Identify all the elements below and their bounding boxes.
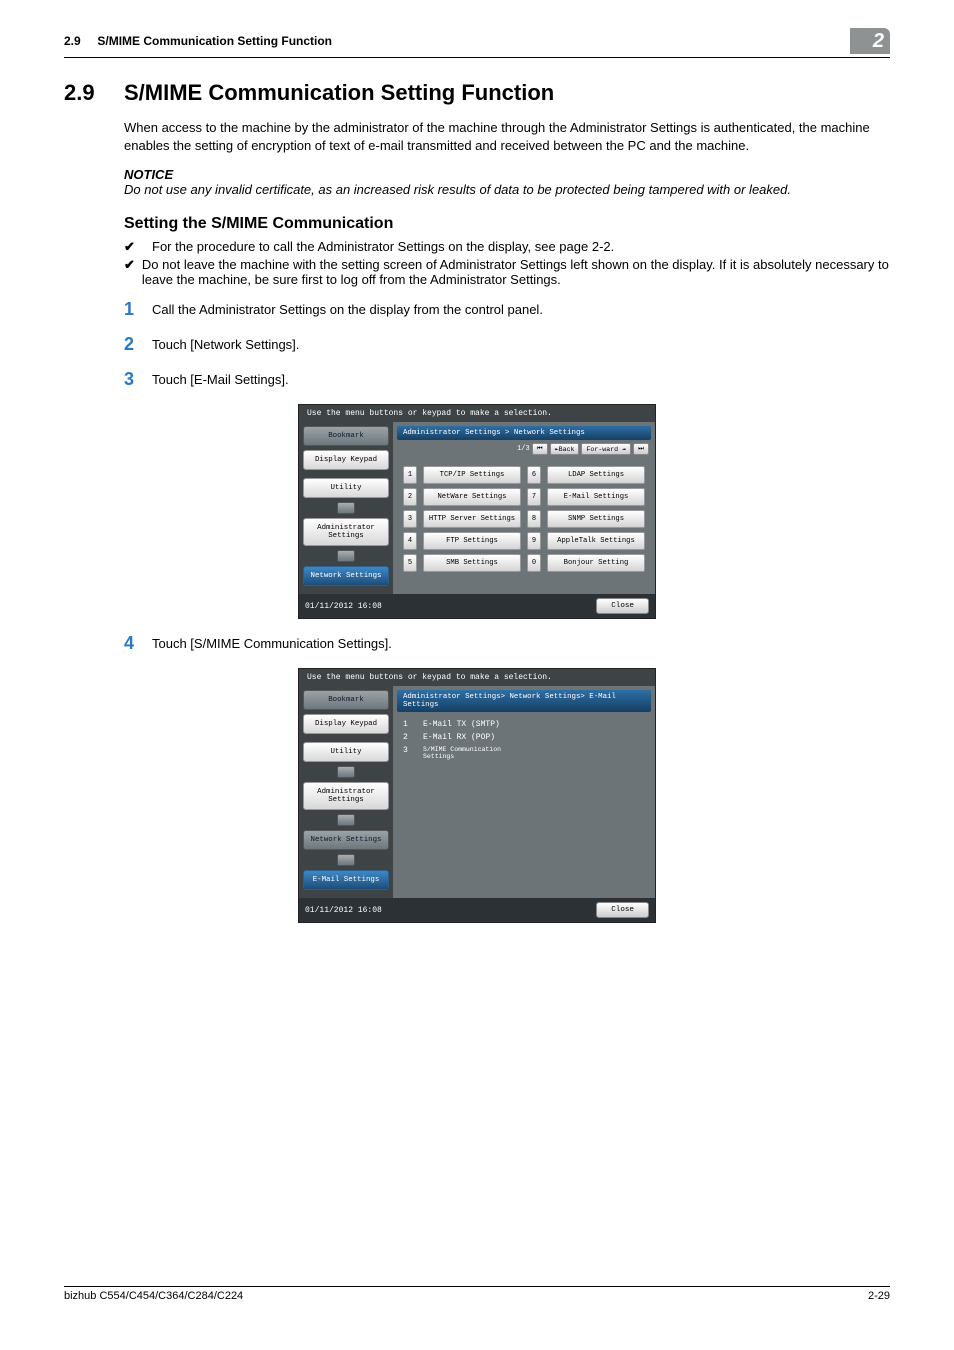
breadcrumb: Administrator Settings> Network Settings… [403,693,645,709]
menu-key-4[interactable]: 4 [403,532,417,550]
footer-page-number: 2-29 [868,1290,890,1302]
screenshot-email-settings: Use the menu buttons or keypad to make a… [298,668,656,923]
administrator-settings-button[interactable]: Administrator Settings [303,518,389,546]
screenshot-hint: Use the menu buttons or keypad to make a… [299,669,655,686]
subheading: Setting the S/MIME Communication [124,215,890,233]
section-heading-text: S/MIME Communication Setting Function [124,80,554,105]
tcpip-settings-button[interactable]: TCP/IP Settings [423,466,521,484]
menu-key-6[interactable]: 6 [527,466,541,484]
screenshot-datetime: 01/11/2012 16:08 [305,906,382,915]
email-rx-pop-button[interactable]: E-Mail RX (POP) [423,733,533,742]
step-number: 1 [124,299,152,320]
network-settings-tab[interactable]: Network Settings [303,830,389,850]
snmp-settings-button[interactable]: SNMP Settings [547,510,645,528]
page-indicator: 1/3 [517,445,530,453]
http-server-settings-button[interactable]: HTTP Server Settings [423,510,521,528]
arrow-down-icon [337,814,355,826]
smime-communication-settings-button[interactable]: S/MIME Communication Settings [423,746,533,760]
header-section-no: 2.9 [64,34,81,48]
check-item: Do not leave the machine with the settin… [142,257,890,287]
chapter-badge: 2 [850,28,890,54]
appletalk-settings-button[interactable]: AppleTalk Settings [547,532,645,550]
display-keypad-button[interactable]: Display Keypad [303,450,389,470]
step-text: Touch [S/MIME Communication Settings]. [152,633,392,654]
menu-key-1[interactable]: 1 [403,466,417,484]
step-text: Touch [Network Settings]. [152,334,299,355]
section-number: 2.9 [64,80,124,106]
display-keypad-button[interactable]: Display Keypad [303,714,389,734]
step-number: 3 [124,369,152,390]
close-button[interactable]: Close [596,598,649,614]
netware-settings-button[interactable]: NetWare Settings [423,488,521,506]
screenshot-hint: Use the menu buttons or keypad to make a… [299,405,655,422]
check-item: For the procedure to call the Administra… [152,239,614,255]
network-settings-tab[interactable]: Network Settings [303,566,389,586]
arrow-down-icon [337,550,355,562]
menu-key-0[interactable]: 0 [527,554,541,572]
breadcrumb: Administrator Settings > Network Setting… [403,429,585,437]
menu-key-7[interactable]: 7 [527,488,541,506]
menu-key-2[interactable]: 2 [403,733,417,742]
intro-paragraph: When access to the machine by the admini… [124,119,890,154]
bookmark-tab[interactable]: Bookmark [303,690,389,710]
bookmark-tab[interactable]: Bookmark [303,426,389,446]
footer-model: bizhub C554/C454/C364/C284/C224 [64,1290,243,1302]
screenshot-datetime: 01/11/2012 16:08 [305,602,382,611]
utility-button[interactable]: Utility [303,742,389,762]
page-prev-stop-button[interactable]: ⏮ [532,443,548,455]
administrator-settings-button[interactable]: Administrator Settings [303,782,389,810]
step-text: Call the Administrator Settings on the d… [152,299,543,320]
utility-button[interactable]: Utility [303,478,389,498]
arrow-down-icon [337,766,355,778]
page-next-stop-button[interactable]: ⏭ [633,443,649,455]
email-settings-tab[interactable]: E-Mail Settings [303,870,389,890]
menu-key-3[interactable]: 3 [403,746,417,760]
step-text: Touch [E-Mail Settings]. [152,369,289,390]
arrow-down-icon [337,502,355,514]
arrow-down-icon [337,854,355,866]
bonjour-setting-button[interactable]: Bonjour Setting [547,554,645,572]
menu-key-2[interactable]: 2 [403,488,417,506]
menu-key-5[interactable]: 5 [403,554,417,572]
check-icon: ✔ [124,239,152,255]
page-back-button[interactable]: ↞Back [550,443,580,455]
menu-key-3[interactable]: 3 [403,510,417,528]
menu-key-9[interactable]: 9 [527,532,541,550]
section-title: 2.9S/MIME Communication Setting Function [64,80,890,106]
smb-settings-button[interactable]: SMB Settings [423,554,521,572]
email-settings-button[interactable]: E-Mail Settings [547,488,645,506]
notice-heading: NOTICE [124,167,890,182]
ftp-settings-button[interactable]: FTP Settings [423,532,521,550]
header-section-title: S/MIME Communication Setting Function [97,34,332,48]
menu-key-1[interactable]: 1 [403,720,417,729]
check-icon: ✔ [124,257,142,287]
menu-key-8[interactable]: 8 [527,510,541,528]
step-number: 2 [124,334,152,355]
step-number: 4 [124,633,152,654]
notice-body: Do not use any invalid certificate, as a… [124,182,890,197]
ldap-settings-button[interactable]: LDAP Settings [547,466,645,484]
screenshot-network-settings: Use the menu buttons or keypad to make a… [298,404,656,619]
page-forward-button[interactable]: For-ward ↠ [581,443,631,455]
close-button[interactable]: Close [596,902,649,918]
email-tx-smtp-button[interactable]: E-Mail TX (SMTP) [423,720,533,729]
